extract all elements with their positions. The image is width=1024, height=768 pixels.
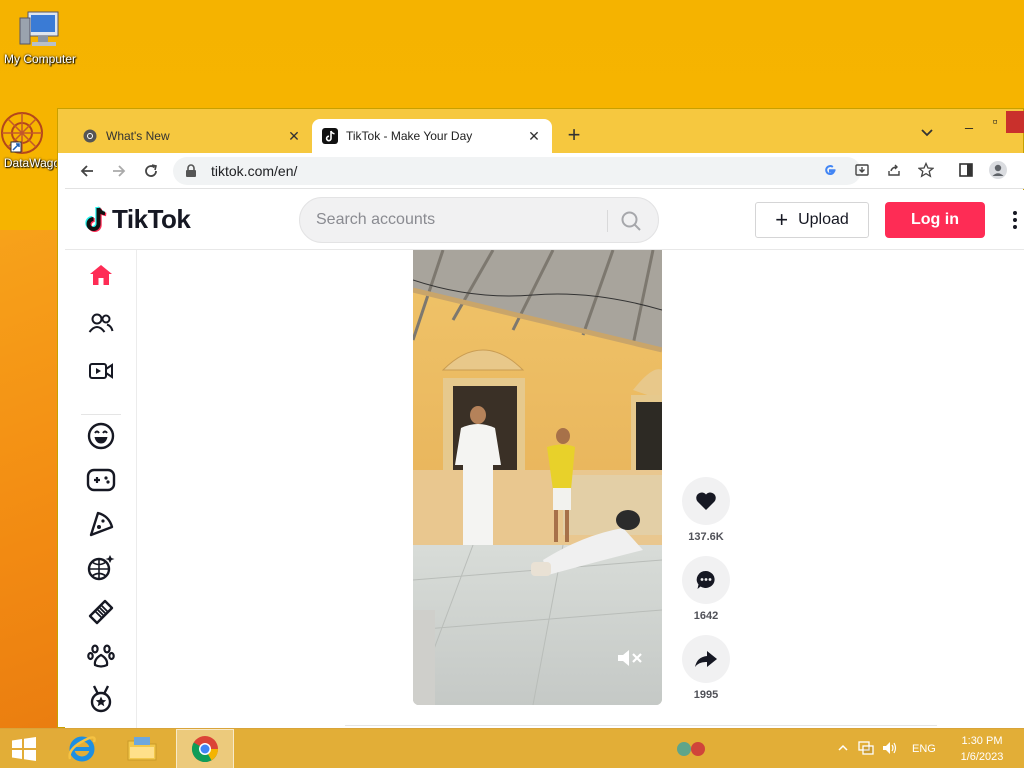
- search-button[interactable]: [618, 209, 644, 233]
- desktop-icon-my-computer[interactable]: My Computer: [0, 8, 80, 66]
- tab-search-chevron-icon[interactable]: [920, 125, 940, 145]
- following-icon[interactable]: [79, 304, 123, 342]
- system-tray: ENG: [838, 729, 936, 768]
- clock-date: 1/6/2023: [960, 751, 1004, 763]
- tiktok-icon: [322, 128, 338, 144]
- computer-icon: [19, 11, 59, 46]
- video-frame-image: [413, 250, 662, 705]
- browser-toolbar: tiktok.com/en/: [65, 153, 1024, 189]
- search-bar: [299, 197, 659, 243]
- comment-icon[interactable]: [682, 556, 730, 604]
- comment-count: 1642: [693, 610, 719, 622]
- datawago-logo-icon: [1, 112, 43, 154]
- back-button[interactable]: [75, 159, 99, 183]
- desktop-icon-label: My Computer: [3, 52, 77, 66]
- feed-divider: [345, 725, 937, 726]
- gaming-icon[interactable]: [79, 461, 123, 499]
- lock-icon[interactable]: [185, 164, 199, 178]
- search-divider: [607, 210, 608, 232]
- windows-logo-icon: [12, 737, 36, 761]
- plus-icon: +: [775, 207, 789, 232]
- like-count: 137.6K: [688, 531, 724, 543]
- new-tab-button[interactable]: +: [562, 123, 586, 147]
- maximize-button[interactable]: ▫: [982, 111, 1008, 133]
- start-button[interactable]: [0, 729, 48, 768]
- live-icon[interactable]: [79, 352, 123, 390]
- tiktok-header: TikTok + Upload Log in: [65, 190, 1024, 250]
- forward-button[interactable]: [107, 159, 131, 183]
- arrow-right-icon: [113, 165, 126, 177]
- animals-icon[interactable]: [79, 637, 123, 675]
- upload-label: Upload: [798, 211, 849, 228]
- url-text: tiktok.com/en/: [211, 163, 298, 179]
- tab-tiktok[interactable]: TikTok - Make Your Day ✕: [312, 119, 552, 153]
- tiktok-logo-text: TikTok: [112, 204, 191, 234]
- arrow-left-icon: [80, 165, 93, 177]
- food-icon[interactable]: [79, 505, 123, 543]
- side-panel-icon[interactable]: [955, 159, 977, 181]
- desktop-icon-label: DataWago: [3, 156, 61, 170]
- tiktok-note-icon: [85, 205, 107, 232]
- chrome-icon: [82, 128, 98, 144]
- more-options-icon[interactable]: [1005, 208, 1024, 232]
- google-icon[interactable]: [819, 159, 841, 181]
- bookmark-star-icon[interactable]: [915, 159, 937, 181]
- internet-explorer-button[interactable]: [56, 729, 108, 768]
- tab-strip: What's New ✕ TikTok - Make Your Day ✕ + …: [58, 109, 1024, 153]
- tab-title: TikTok - Make Your Day: [346, 129, 473, 143]
- close-window-button[interactable]: [1006, 111, 1024, 133]
- tab-close-icon[interactable]: ✕: [286, 128, 302, 145]
- tiktok-logo[interactable]: TikTok: [83, 204, 191, 235]
- taskbar: ENG 1:30 PM 1/6/2023: [0, 728, 1024, 768]
- share-count: 1995: [693, 689, 719, 701]
- comedy-icon[interactable]: [79, 417, 123, 455]
- sidebar-divider: [81, 414, 121, 415]
- profile-avatar-icon[interactable]: [987, 159, 1009, 181]
- tab-whats-new[interactable]: What's New ✕: [72, 119, 312, 153]
- clock-time: 1:30 PM: [961, 735, 1003, 747]
- install-app-icon[interactable]: [851, 159, 873, 181]
- search-input[interactable]: [316, 209, 596, 231]
- folder-icon: [127, 737, 157, 761]
- chrome-icon: [191, 736, 219, 763]
- sidebar: [65, 250, 137, 729]
- reload-icon: [145, 164, 157, 177]
- search-icon: [621, 211, 641, 231]
- browser-window: What's New ✕ TikTok - Make Your Day ✕ + …: [57, 108, 1024, 729]
- share-arrow-icon[interactable]: [682, 635, 730, 683]
- internet-explorer-icon: [68, 736, 96, 762]
- heart-icon[interactable]: [682, 477, 730, 525]
- tiktok-page: TikTok + Upload Log in: [65, 190, 1024, 729]
- input-language[interactable]: ENG: [912, 743, 936, 755]
- comment-action[interactable]: 1642: [681, 556, 731, 622]
- share-action[interactable]: 1995: [681, 635, 731, 701]
- upload-button[interactable]: + Upload: [755, 202, 869, 238]
- reload-button[interactable]: [139, 159, 163, 183]
- share-icon[interactable]: [883, 159, 905, 181]
- network-icon[interactable]: [858, 740, 874, 758]
- like-action[interactable]: 137.6K: [681, 477, 731, 543]
- file-explorer-button[interactable]: [116, 729, 168, 768]
- taskbar-clock[interactable]: 1:30 PM 1/6/2023: [952, 733, 1012, 765]
- show-hidden-icons-icon[interactable]: [838, 743, 848, 755]
- minimize-button[interactable]: _: [956, 111, 982, 133]
- sports-icon[interactable]: [79, 680, 123, 718]
- address-bar[interactable]: tiktok.com/en/: [173, 157, 861, 185]
- video-player[interactable]: [413, 250, 662, 705]
- app-status-dots-icon[interactable]: [672, 729, 712, 768]
- muted-volume-icon[interactable]: [616, 646, 644, 670]
- dance-icon[interactable]: [79, 549, 123, 587]
- home-icon[interactable]: [79, 256, 123, 294]
- desktop-icon-datawago[interactable]: DataWago: [0, 110, 62, 170]
- tab-close-icon[interactable]: ✕: [526, 128, 542, 145]
- chrome-taskbar-button[interactable]: [176, 729, 234, 768]
- volume-icon[interactable]: [882, 741, 898, 758]
- login-button[interactable]: Log in: [885, 202, 985, 238]
- tab-title: What's New: [106, 129, 170, 143]
- beauty-icon[interactable]: [79, 593, 123, 631]
